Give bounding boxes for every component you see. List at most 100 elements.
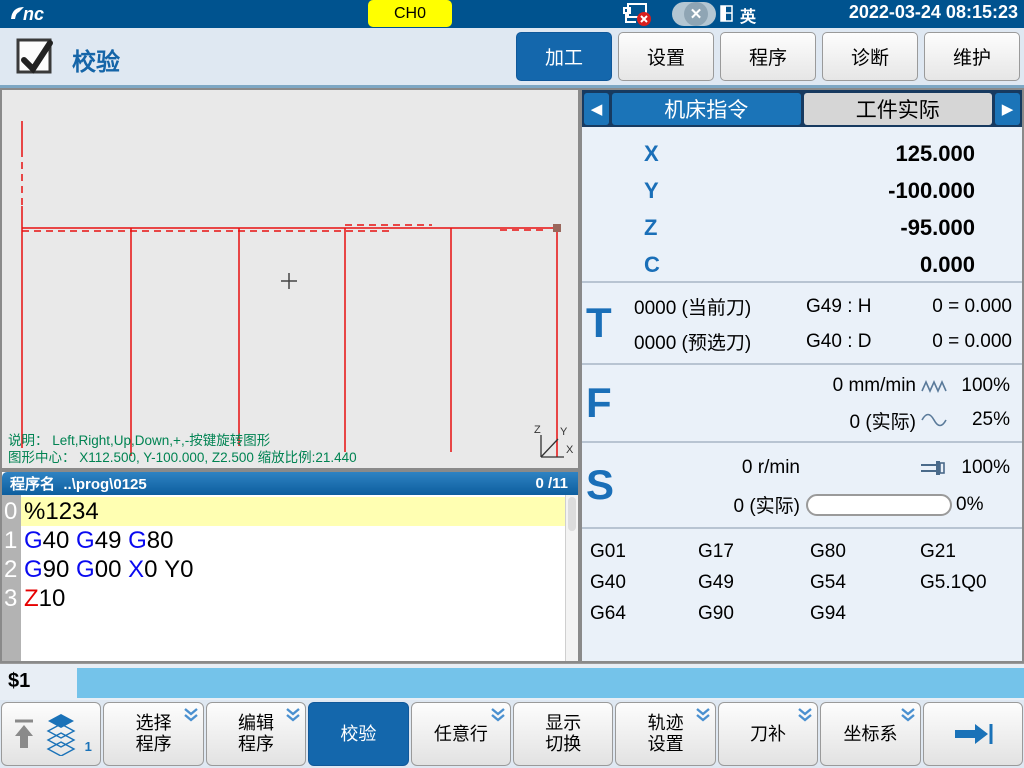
status-bar: $1 xyxy=(0,663,1024,700)
spindle-load-bar xyxy=(806,494,952,516)
toolpath-plot xyxy=(2,90,578,468)
chevron-down-icon xyxy=(285,707,301,722)
modal-gcode: G80 xyxy=(810,541,920,572)
program-line-text: Z10 xyxy=(21,584,565,613)
program-line[interactable]: 3Z10 xyxy=(2,584,565,613)
program-body[interactable]: 0%12341G40 G49 G802G90 G00 X0 Y03Z10 xyxy=(2,495,578,661)
ime-indicator[interactable]: ✕ xyxy=(672,2,716,26)
axis-value: -95.000 xyxy=(657,215,1022,241)
tab-program[interactable]: 程序 xyxy=(720,32,816,81)
axis-value: -100.000 xyxy=(659,178,1022,204)
preselect-tool: 0000 (预选刀) xyxy=(634,328,806,355)
program-path: 程序名 ..\prog\0125 xyxy=(10,473,147,494)
feed-section: F 0 mm/min 100% 0 (实际) 25% xyxy=(582,365,1022,443)
menu-layer-number: 1 xyxy=(85,736,92,757)
current-tool: 0000 (当前刀) xyxy=(634,293,806,320)
menu-level-button[interactable]: 1 xyxy=(1,702,101,766)
feed-section-label: F xyxy=(586,379,612,427)
program-line[interactable]: 2G90 G00 X0 Y0 xyxy=(2,555,565,584)
modal-gcode: G90 xyxy=(698,603,810,634)
coord-tab-right-arrow[interactable]: ▶ xyxy=(995,93,1020,125)
channel-badge: CH0 xyxy=(368,0,452,27)
current-tool-row: 0000 (当前刀) G49 : H 0 = 0.000 xyxy=(582,289,1022,324)
softkey-select-program[interactable]: 选择程序 xyxy=(103,702,203,766)
axis-name: C xyxy=(644,252,660,278)
softkey-arbitrary-line[interactable]: 任意行 xyxy=(411,702,511,766)
axis-row-c: C 0.000 xyxy=(582,246,1022,283)
feed-override-percent: 25% xyxy=(952,409,1010,431)
spindle-load-percent: 0% xyxy=(956,494,983,516)
menu-layers-icon xyxy=(45,712,77,756)
svg-text:nc: nc xyxy=(23,4,44,24)
svg-text:Y: Y xyxy=(560,426,568,438)
softkey-next-menu[interactable] xyxy=(923,702,1023,766)
language-indicator[interactable]: 英 xyxy=(740,3,756,27)
ime-book-icon xyxy=(720,5,734,23)
program-header: 程序名 ..\prog\0125 0 /11 xyxy=(2,472,578,495)
feed-actual-value: 0 (实际) xyxy=(849,407,916,434)
softkey-coordinate-system[interactable]: 坐标系 xyxy=(820,702,920,766)
title-row: 校验 加工 设置 程序 诊断 维护 xyxy=(0,28,1024,88)
modal-gcode: G5.1Q0 xyxy=(920,572,1022,603)
coord-tab-machine-command[interactable]: 机床指令 xyxy=(612,93,801,125)
program-line[interactable]: 1G40 G49 G80 xyxy=(2,526,565,555)
chevron-down-icon xyxy=(900,707,916,722)
program-line-text: %1234 xyxy=(21,497,565,526)
softkey-toolbar: 1 选择程序 编辑程序 校验 任意行 显示切换 轨迹设置 刀补 xyxy=(0,700,1024,768)
feed-override-icon xyxy=(916,413,952,427)
feed-command-row: 0 mm/min 100% xyxy=(582,369,1022,403)
modal-gcode: G01 xyxy=(590,541,698,572)
channel-indicator: $1 xyxy=(8,670,30,693)
softkey-tool-compensation[interactable]: 刀补 xyxy=(718,702,818,766)
modal-gcode: G94 xyxy=(810,603,920,634)
coord-tab-workpiece-actual[interactable]: 工件实际 xyxy=(804,93,993,125)
tab-settings[interactable]: 设置 xyxy=(618,32,714,81)
program-line[interactable]: 0%1234 xyxy=(2,497,565,526)
hnc-logo: nc xyxy=(8,3,64,25)
datetime: 2022-03-24 08:15:23 xyxy=(849,2,1018,23)
length-comp-gcode: G49 : H xyxy=(806,296,916,318)
graphics-hints: 说明： Left,Right,Up,Down,+,-按键旋转图形 图形中心： X… xyxy=(8,432,357,466)
axis-coordinates: X 125.000 Y -100.000 Z -95.000 C 0.000 xyxy=(582,127,1022,283)
axis-name: X xyxy=(644,141,659,167)
chevron-down-icon xyxy=(490,707,506,722)
program-line-number: 2 xyxy=(2,556,21,584)
modal-gcode-grid: G01 G17 G80 G21 G40 G49 G54 G5.1Q0 G64 G… xyxy=(582,529,1022,634)
menu-up-icon xyxy=(11,716,37,752)
softkey-trajectory-settings[interactable]: 轨迹设置 xyxy=(615,702,715,766)
axis-row-x: X 125.000 xyxy=(582,135,1022,172)
tab-machining[interactable]: 加工 xyxy=(516,32,612,81)
rapid-override-percent: 100% xyxy=(952,375,1010,397)
program-scrollbar[interactable] xyxy=(565,495,578,661)
modal-gcode: G21 xyxy=(920,541,1022,572)
ime-close-icon[interactable]: ✕ xyxy=(684,2,708,26)
axis-value: 125.000 xyxy=(659,141,1022,167)
program-line-text: G40 G49 G80 xyxy=(21,526,565,555)
axis-name: Y xyxy=(644,178,659,204)
hnc-screen: nc CH0 ✕ 英 2022-03-24 08:15:23 校验 加工 xyxy=(0,0,1024,768)
tab-diagnosis[interactable]: 诊断 xyxy=(822,32,918,81)
softkey-edit-program[interactable]: 编辑程序 xyxy=(206,702,306,766)
spindle-command-value: 0 r/min xyxy=(582,457,800,479)
program-line-counter: 0 /11 xyxy=(535,475,568,492)
toolpath-graphics-panel: 说明： Left,Right,Up,Down,+,-按键旋转图形 图形中心： X… xyxy=(0,88,580,470)
spindle-section-label: S xyxy=(586,461,614,509)
axis-triad-icon: Z Y X xyxy=(532,422,574,464)
softkey-display-switch[interactable]: 显示切换 xyxy=(513,702,613,766)
spindle-actual-value: 0 (实际) xyxy=(582,491,800,518)
length-comp-value: 0 = 0.000 xyxy=(916,296,1022,318)
program-line-text: G90 G00 X0 Y0 xyxy=(21,555,565,584)
page-title: 校验 xyxy=(72,42,120,77)
coord-tab-left-arrow[interactable]: ◀ xyxy=(584,93,609,125)
preselect-tool-row: 0000 (预选刀) G40 : D 0 = 0.000 xyxy=(582,324,1022,359)
modal-gcode: G64 xyxy=(590,603,698,634)
radius-comp-gcode: G40 : D xyxy=(806,331,916,353)
softkey-verify[interactable]: 校验 xyxy=(308,702,408,766)
tool-section-label: T xyxy=(586,299,612,347)
machine-status-panel: ◀ 机床指令 工件实际 ▶ X 125.000 Y -100.000 Z -95… xyxy=(580,88,1024,663)
program-panel: 程序名 ..\prog\0125 0 /11 0%12341G40 G49 G8… xyxy=(0,470,580,663)
spindle-override-icon xyxy=(916,459,952,477)
tab-maintenance[interactable]: 维护 xyxy=(924,32,1020,81)
spindle-override-percent: 100% xyxy=(952,457,1010,479)
program-line-number: 1 xyxy=(2,527,21,555)
